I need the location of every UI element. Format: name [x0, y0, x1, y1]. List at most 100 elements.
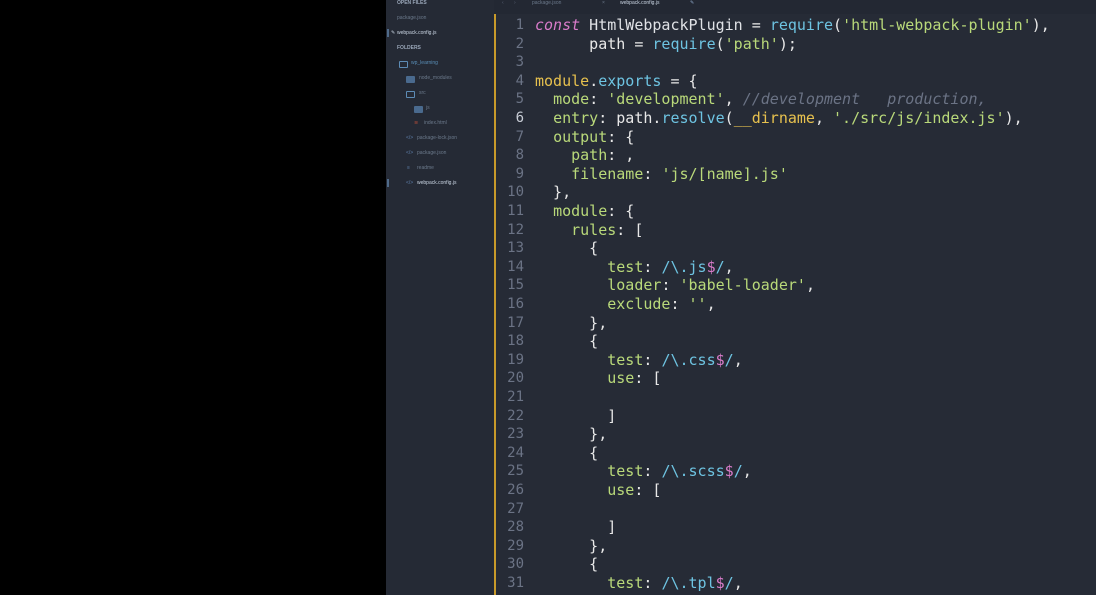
- text-file-icon: ≡: [407, 165, 410, 171]
- nav-back-icon[interactable]: ‹: [502, 0, 504, 7]
- code-line[interactable]: 22 ]: [494, 407, 1096, 426]
- pencil-icon: ✎: [690, 0, 695, 6]
- code-line[interactable]: 26 use: [: [494, 481, 1096, 500]
- code-text: loader: 'babel-loader',: [607, 276, 815, 295]
- code-text: entry: path.resolve(__dirname, './src/js…: [553, 109, 1023, 127]
- tree-item-js[interactable]: js: [426, 105, 430, 112]
- code-line[interactable]: 10 },: [494, 183, 1096, 202]
- code-text: test: /\.tpl$/,: [607, 574, 743, 592]
- code-text: use: [: [607, 481, 662, 499]
- line-number: 7: [515, 128, 524, 145]
- code-line[interactable]: 4 module.exports = {: [494, 72, 1096, 91]
- code-line[interactable]: 16 exclude: '',: [494, 295, 1096, 314]
- line-number: 27: [507, 500, 524, 517]
- line-number: 10: [507, 184, 524, 201]
- code-text: },: [535, 425, 608, 444]
- code-line[interactable]: 21: [494, 388, 1096, 407]
- code-line[interactable]: 11 module: {: [494, 202, 1096, 221]
- open-file-package-json[interactable]: package.json: [397, 15, 426, 22]
- tree-item-src[interactable]: src: [419, 90, 426, 97]
- tree-item-package-lock[interactable]: package-lock.json: [417, 135, 457, 142]
- tab-webpack-config[interactable]: webpack.config.js: [620, 0, 659, 7]
- nav-forward-icon[interactable]: ›: [514, 0, 516, 7]
- code-file-icon: </>: [406, 135, 414, 141]
- line-number: 13: [507, 240, 524, 257]
- code-line[interactable]: 14 test: /\.js$/,: [494, 258, 1096, 277]
- folder-open-icon: [406, 91, 415, 98]
- code-line[interactable]: 30 {: [494, 555, 1096, 574]
- code-line[interactable]: 7 output: {: [494, 128, 1096, 147]
- tree-item-webpack-config[interactable]: webpack.config.js: [417, 180, 456, 187]
- code-text: },: [535, 536, 608, 555]
- code-line[interactable]: 12 rules: [: [494, 221, 1096, 240]
- code-text: ]: [535, 406, 617, 425]
- line-number: 31: [507, 575, 524, 591]
- code-line[interactable]: 24 {: [494, 444, 1096, 463]
- gutter-accent-bar: [494, 14, 496, 595]
- code-text: exclude: '',: [607, 295, 716, 313]
- tree-item-wp-learning[interactable]: wp_learning: [411, 60, 438, 67]
- code-line[interactable]: 3: [494, 53, 1096, 72]
- folder-icon: [414, 106, 423, 113]
- code-line[interactable]: 19 test: /\.css$/,: [494, 351, 1096, 370]
- folder-open-icon: [399, 61, 408, 68]
- code-file-icon: </>: [406, 180, 414, 186]
- line-number: 23: [507, 426, 524, 443]
- code-line[interactable]: 20 use: [: [494, 369, 1096, 388]
- line-number: 24: [507, 444, 524, 461]
- code-line[interactable]: 5 mode: 'development', //development pro…: [494, 90, 1096, 109]
- tree-item-readme[interactable]: readme: [417, 165, 434, 172]
- code-line[interactable]: 13 {: [494, 239, 1096, 258]
- close-icon[interactable]: ×: [602, 0, 605, 7]
- code-text: ]: [535, 518, 617, 537]
- code-text: rules: [: [571, 220, 644, 239]
- tree-item-index-html[interactable]: index.html: [424, 120, 447, 127]
- code-line[interactable]: 8 path: ,: [494, 146, 1096, 165]
- line-number: 30: [507, 556, 524, 573]
- pencil-icon: ✎: [391, 30, 396, 36]
- code-editor[interactable]: 1 const HtmlWebpackPlugin = require('html…: [494, 14, 1096, 595]
- code-line[interactable]: 28 ]: [494, 518, 1096, 537]
- line-number: 14: [507, 258, 524, 275]
- code-line[interactable]: 6 entry: path.resolve(__dirname, './src/…: [494, 109, 1096, 128]
- black-backdrop: [0, 0, 386, 595]
- code-line[interactable]: 15 loader: 'babel-loader',: [494, 276, 1096, 295]
- code-file-icon: </>: [406, 150, 414, 156]
- tree-item-package-json[interactable]: package.json: [417, 150, 446, 157]
- code-text: {: [535, 555, 599, 574]
- code-line[interactable]: 23 },: [494, 425, 1096, 444]
- code-line[interactable]: 31 test: /\.tpl$/,: [494, 574, 1096, 593]
- tree-item-node-modules[interactable]: node_modules: [419, 75, 452, 82]
- line-number: 28: [507, 519, 524, 536]
- active-file-marker: [387, 29, 389, 37]
- code-line[interactable]: 18 {: [494, 332, 1096, 351]
- line-number: 15: [507, 277, 524, 294]
- tab-package-json[interactable]: package.json: [532, 0, 561, 7]
- code-line[interactable]: 9 filename: 'js/[name].js': [494, 165, 1096, 184]
- code-text: {: [535, 332, 599, 351]
- line-number: 21: [507, 389, 524, 405]
- line-number: 17: [507, 314, 524, 331]
- code-line[interactable]: 25 test: /\.scss$/,: [494, 462, 1096, 481]
- folders-header: FOLDERS: [397, 45, 421, 51]
- code-text: {: [535, 239, 599, 258]
- code-line[interactable]: 1 const HtmlWebpackPlugin = require('html…: [494, 16, 1096, 35]
- line-number: 18: [507, 333, 524, 350]
- code-text: output: {: [553, 127, 635, 146]
- line-number: 5: [515, 91, 524, 108]
- code-text: },: [535, 313, 608, 332]
- line-number: 20: [507, 370, 524, 387]
- code-text: module: {: [553, 202, 635, 220]
- code-line[interactable]: 29 },: [494, 537, 1096, 556]
- code-line[interactable]: 17 },: [494, 314, 1096, 333]
- line-number: 2: [515, 35, 524, 52]
- html-file-icon: ≋: [414, 120, 419, 126]
- code-line[interactable]: 2 path = require('path');: [494, 35, 1096, 54]
- line-number: 8: [515, 147, 524, 164]
- code-line[interactable]: 27: [494, 500, 1096, 519]
- code-text: use: [: [607, 369, 662, 388]
- open-file-webpack-config[interactable]: webpack.config.js: [397, 30, 436, 37]
- active-file-marker: [387, 179, 389, 187]
- line-number: 19: [507, 351, 524, 368]
- line-number: 26: [507, 482, 524, 498]
